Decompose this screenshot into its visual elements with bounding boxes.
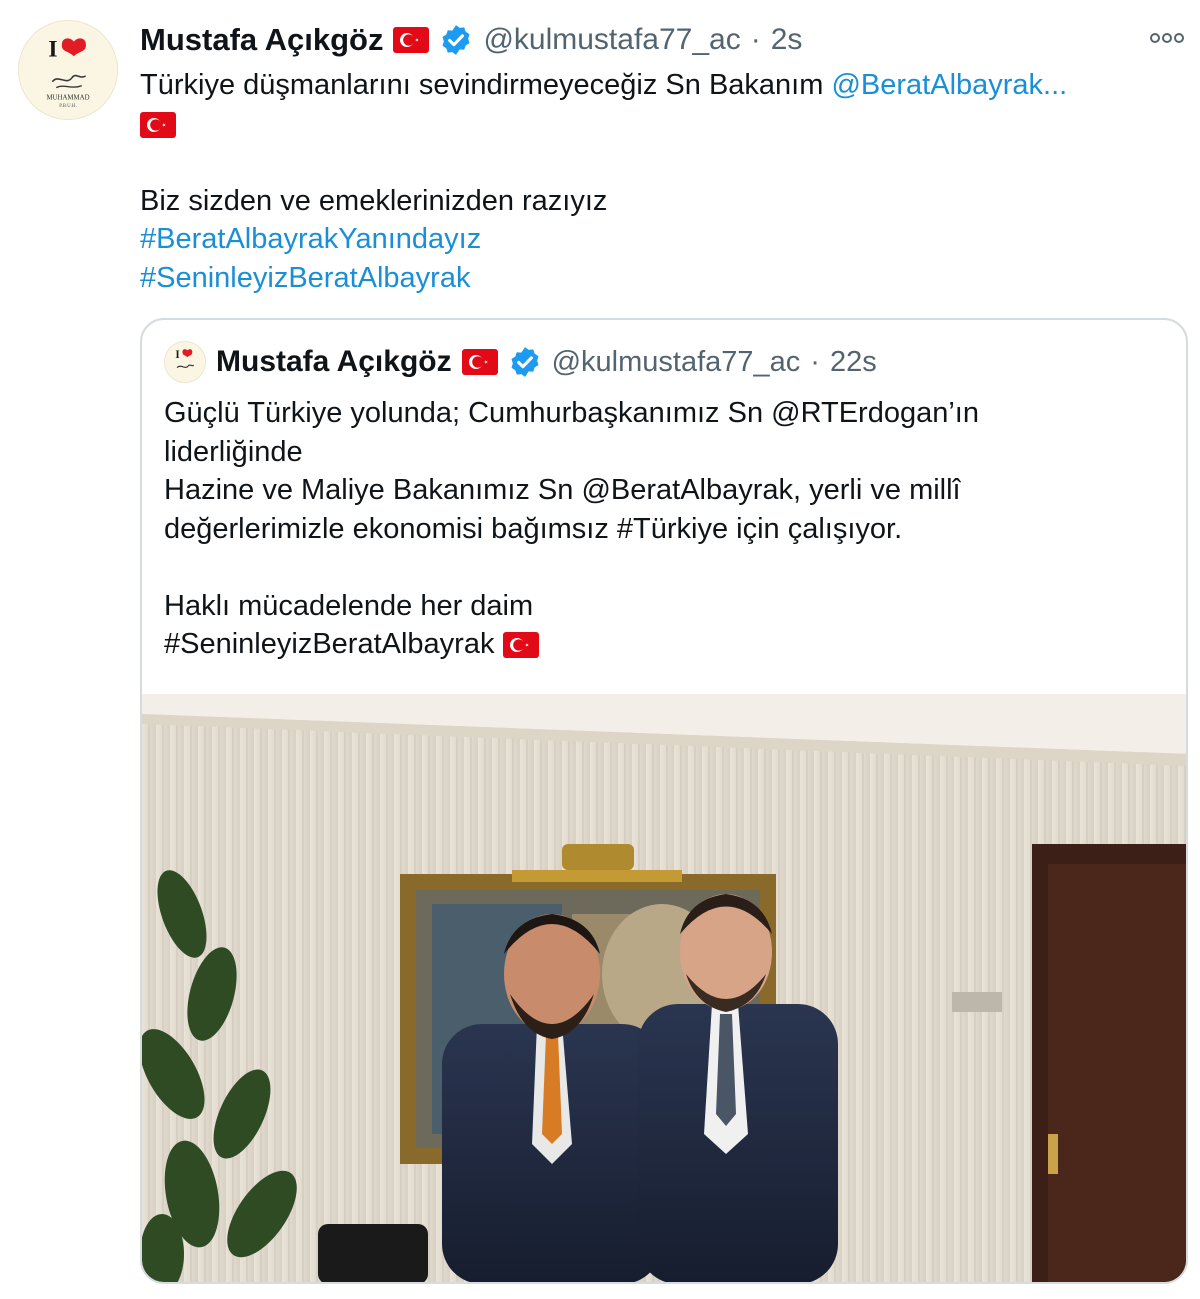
tweet-header: Mustafa Açıkgöz @kulmustafa77_ac · 2s: [140, 18, 802, 62]
tweet-line: Türkiye düşmanlarını sevindirmeyeceğiz S…: [140, 66, 1180, 105]
separator-dot: ·: [750, 23, 761, 56]
hashtag-link[interactable]: #BeratAlbayrakYanındayız: [140, 223, 481, 255]
quoted-tweet-line: Hazine ve Maliye Bakanımız Sn @BeratAlba…: [164, 474, 961, 506]
turkish-flag-icon: [140, 111, 176, 138]
quoted-tweet-body: Güçlü Türkiye yolunda; Cumhurbaşkanımız …: [164, 394, 1164, 664]
quoted-tweet-card[interactable]: I Mustafa Açıkgöz @kulmustafa77_ac · 22s…: [140, 318, 1188, 1284]
mention-link[interactable]: @BeratAlbayrak...: [831, 69, 1067, 101]
quoted-author-name: Mustafa Açıkgöz: [216, 345, 452, 378]
quoted-tweet-timestamp: 22s: [829, 345, 877, 378]
author-handle[interactable]: @kulmustafa77_ac: [483, 23, 740, 57]
verified-badge-icon: [508, 345, 542, 379]
verified-badge-icon: [439, 23, 473, 57]
tweet-timestamp[interactable]: 2s: [771, 23, 803, 57]
turkish-flag-icon: [461, 349, 498, 375]
quoted-tweet-header: I Mustafa Açıkgöz @kulmustafa77_ac · 22s: [164, 340, 877, 384]
tweet-line: [140, 105, 1180, 144]
avatar-letter: I: [48, 36, 57, 62]
tweet-line: #BeratAlbayrakYanındayız: [140, 220, 1180, 259]
tweet-body: Türkiye düşmanlarını sevindirmeyeceğiz S…: [140, 66, 1180, 297]
author-name[interactable]: Mustafa Açıkgöz: [140, 22, 383, 58]
quoted-author-avatar: I: [164, 341, 206, 383]
svg-text:MUHAMMAD: MUHAMMAD: [46, 94, 89, 101]
more-options-icon[interactable]: [1148, 26, 1186, 50]
turkish-flag-icon: [502, 632, 539, 659]
quoted-tweet-line: liderliğinde: [164, 435, 303, 468]
quoted-tweet-photo[interactable]: [142, 694, 1186, 1282]
author-avatar[interactable]: I MUHAMMAD P.B.U.H.: [18, 20, 118, 120]
quoted-tweet-line: Güçlü Türkiye yolunda; Cumhurbaşkanımız …: [164, 397, 979, 429]
quoted-tweet-line: değerlerimizle ekonomisi bağımsız #Türki…: [164, 512, 903, 545]
tweet-line: #SeninleyizBeratAlbayrak: [140, 259, 1180, 298]
quoted-tweet-blank-line: [164, 548, 1164, 587]
quoted-hashtag: #SeninleyizBeratAlbayrak: [164, 628, 495, 660]
quoted-tweet-line: Haklı mücadelende her daim: [164, 589, 534, 622]
tweet-line: Biz sizden ve emeklerinizden razıyız: [140, 182, 1180, 221]
tweet-text: Türkiye düşmanlarını sevindirmeyeceğiz S…: [140, 69, 832, 101]
turkish-flag-icon: [393, 27, 430, 53]
hashtag-link[interactable]: #SeninleyizBeratAlbayrak: [140, 262, 470, 294]
quoted-author-handle: @kulmustafa77_ac: [551, 345, 801, 378]
svg-text:I: I: [175, 349, 179, 361]
quoted-tweet-line: #SeninleyizBeratAlbayrak: [164, 625, 1164, 664]
svg-text:P.B.U.H.: P.B.U.H.: [59, 104, 76, 109]
tweet-text: Biz sizden ve emeklerinizden razıyız: [140, 184, 608, 217]
separator-dot: ·: [810, 345, 820, 378]
